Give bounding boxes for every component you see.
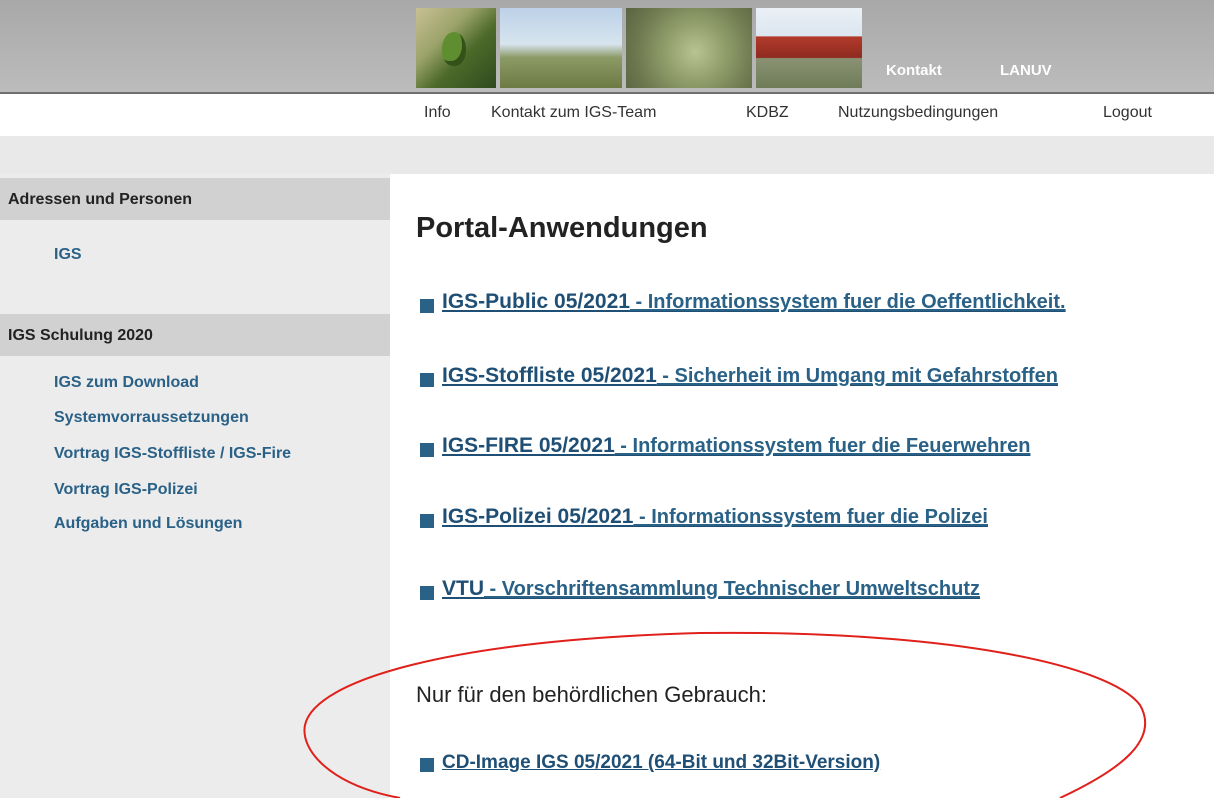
annotation-ellipse bbox=[303, 631, 1147, 798]
annotation-ellipse-path bbox=[303, 631, 1147, 798]
